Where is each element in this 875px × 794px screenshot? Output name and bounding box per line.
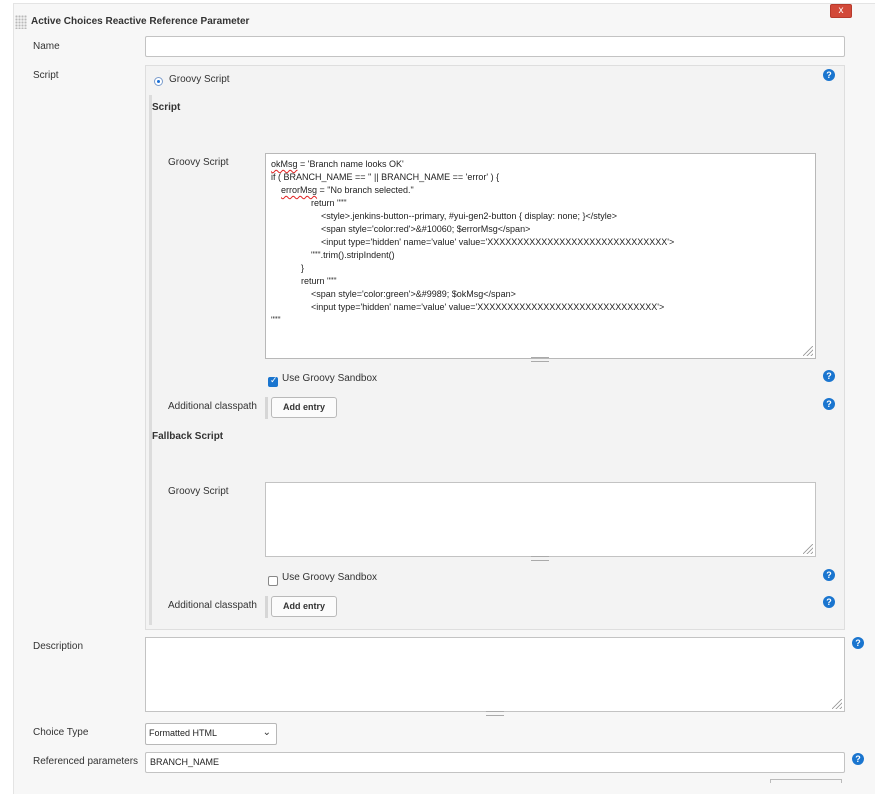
- use-sandbox-checkbox[interactable]: [268, 376, 278, 387]
- code-line: <span style='color:red'>&#10060; $errorM…: [271, 224, 531, 234]
- add-classpath-entry-button[interactable]: Add entry: [271, 397, 337, 418]
- script-section-rail: [149, 95, 152, 625]
- code-line: <style>.jenkins-button--primary, #yui-ge…: [271, 211, 618, 221]
- fallback-classpath-help-icon[interactable]: ?: [823, 596, 835, 608]
- groovy-script-label: Groovy Script: [168, 157, 229, 168]
- code-line: """: [271, 315, 281, 325]
- code-line: }: [271, 263, 305, 273]
- name-label: Name: [33, 41, 60, 52]
- code-line: <input type='hidden' name='value' value=…: [271, 302, 665, 312]
- referenced-parameters-input[interactable]: BRANCH_NAME: [145, 752, 845, 773]
- textarea-resize-handle[interactable]: [531, 556, 549, 561]
- add-fallback-classpath-entry-button[interactable]: Add entry: [271, 596, 337, 617]
- referenced-help-icon[interactable]: ?: [852, 753, 864, 765]
- choice-type-select[interactable]: Formatted HTML ⌄: [145, 723, 277, 745]
- classpath-rail: [265, 397, 268, 419]
- fallback-groovy-label: Groovy Script: [168, 486, 229, 497]
- fallback-sandbox-checkbox[interactable]: [268, 576, 278, 586]
- fallback-section-title: Fallback Script: [152, 431, 224, 442]
- chevron-down-icon: ⌄: [262, 727, 271, 738]
- script-help-icon[interactable]: ?: [823, 69, 835, 81]
- script-label: Script: [33, 70, 59, 81]
- textarea-resize-handle[interactable]: [531, 357, 549, 362]
- description-textarea[interactable]: [145, 637, 845, 712]
- code-line: errorMsg = "No branch selected.": [281, 185, 414, 195]
- groovy-script-radio[interactable]: [154, 77, 163, 86]
- choice-type-value: Formatted HTML: [149, 728, 218, 738]
- use-sandbox-label: Use Groovy Sandbox: [282, 373, 378, 384]
- code-line: if ( BRANCH_NAME == '' || BRANCH_NAME ==…: [271, 172, 500, 182]
- groovy-script-code: okMsg = 'Branch name looks OK' if ( BRAN…: [271, 158, 674, 327]
- code-line: okMsg = 'Branch name looks OK': [271, 159, 404, 169]
- code-line: return """: [271, 276, 337, 286]
- panel-title: Active Choices Reactive Reference Parame…: [31, 16, 250, 27]
- resize-grip-icon[interactable]: [832, 699, 842, 709]
- fallback-script-textarea[interactable]: [265, 482, 816, 557]
- description-label: Description: [33, 641, 84, 652]
- classpath-label: Additional classpath: [168, 401, 257, 412]
- classpath-rail: [265, 596, 268, 618]
- code-line: <input type='hidden' name='value' value=…: [271, 237, 675, 247]
- next-section-edge: [770, 779, 842, 783]
- choice-type-label: Choice Type: [33, 727, 89, 738]
- classpath-help-icon[interactable]: ?: [823, 398, 835, 410]
- sandbox-help-icon[interactable]: ?: [823, 370, 835, 382]
- resize-grip-icon[interactable]: [803, 544, 813, 554]
- fallback-sandbox-label: Use Groovy Sandbox: [282, 572, 378, 583]
- drag-handle-icon[interactable]: [15, 15, 27, 29]
- code-line: <span style='color:green'>&#9989; $okMsg…: [271, 289, 516, 299]
- description-help-icon[interactable]: ?: [852, 637, 864, 649]
- script-section-title: Script: [152, 102, 181, 113]
- groovy-script-radio-label: Groovy Script: [169, 74, 230, 85]
- resize-grip-icon[interactable]: [803, 346, 813, 356]
- code-line: return """: [271, 198, 347, 208]
- textarea-resize-handle[interactable]: [486, 711, 504, 716]
- referenced-parameters-value: BRANCH_NAME: [150, 757, 220, 767]
- name-input[interactable]: [145, 36, 845, 57]
- referenced-parameters-label: Referenced parameters: [33, 756, 139, 767]
- delete-parameter-button[interactable]: x: [830, 4, 852, 18]
- groovy-script-textarea[interactable]: okMsg = 'Branch name looks OK' if ( BRAN…: [265, 153, 816, 359]
- code-line: """.trim().stripIndent(): [271, 250, 395, 260]
- fallback-classpath-label: Additional classpath: [168, 600, 257, 611]
- fallback-sandbox-help-icon[interactable]: ?: [823, 569, 835, 581]
